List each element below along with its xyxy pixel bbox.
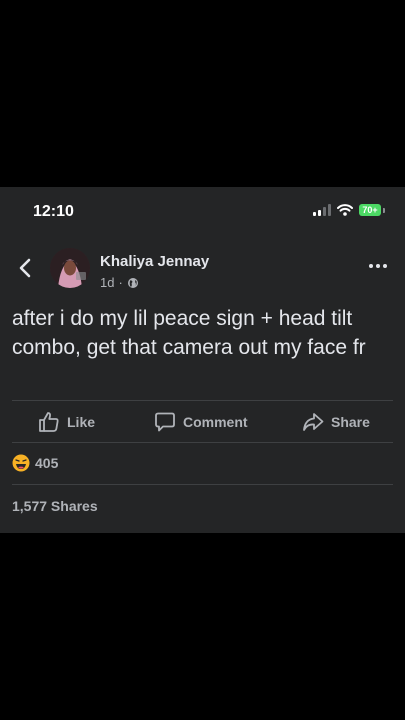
back-button[interactable] <box>16 257 36 279</box>
like-button[interactable]: Like <box>38 409 95 435</box>
reaction-summary[interactable]: 405 <box>12 454 58 472</box>
globe-icon <box>127 277 138 288</box>
avatar[interactable] <box>50 248 90 288</box>
shares-count[interactable]: 1,577 Shares <box>12 498 98 514</box>
author-name[interactable]: Khaliya Jennay <box>100 253 209 270</box>
share-arrow-icon <box>303 413 324 431</box>
share-label: Share <box>331 414 370 430</box>
post-text: after i do my lil peace sign + head tilt… <box>12 307 366 359</box>
thumbs-up-icon <box>39 412 59 432</box>
divider <box>12 484 393 485</box>
post-screen: 12:10 70+ Khaliya Jennay 1d · after i do… <box>0 187 405 533</box>
share-button[interactable]: Share <box>302 409 370 435</box>
action-bar: Like Comment Share <box>0 409 405 435</box>
wifi-icon <box>337 204 353 216</box>
divider <box>12 400 393 401</box>
post-meta: 1d · <box>100 275 139 290</box>
post-age: 1d <box>100 275 115 290</box>
reaction-count: 405 <box>35 455 59 471</box>
comment-button[interactable]: Comment <box>154 409 248 435</box>
haha-emoji-icon <box>12 454 30 472</box>
battery-icon: 70+ <box>359 204 381 216</box>
more-options-button[interactable] <box>369 264 387 268</box>
comment-label: Comment <box>183 414 248 430</box>
status-time: 12:10 <box>33 203 74 220</box>
avatar-image <box>50 248 90 288</box>
comment-icon <box>155 412 175 432</box>
like-label: Like <box>67 414 96 430</box>
battery-tip <box>383 207 385 213</box>
signal-icon <box>313 204 331 216</box>
meta-separator: · <box>118 275 123 290</box>
divider <box>12 442 393 443</box>
status-indicators: 70+ <box>313 204 385 216</box>
